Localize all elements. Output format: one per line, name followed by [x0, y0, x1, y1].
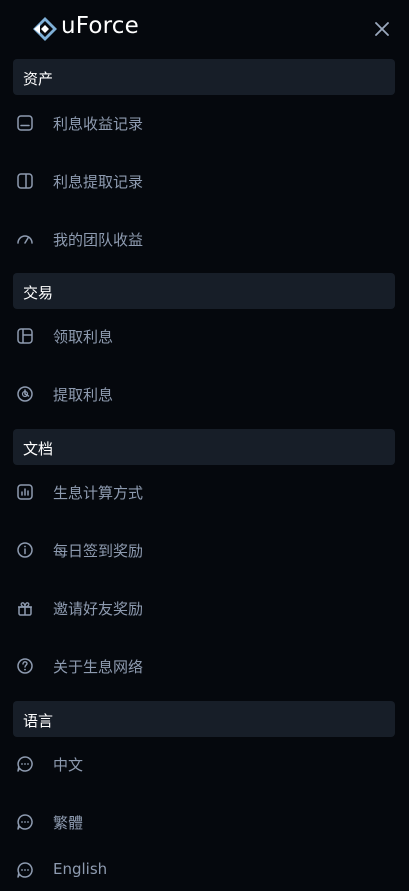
chat-icon — [17, 814, 33, 830]
section-title: 交易 — [23, 284, 54, 302]
menu-item-interest-withdraw-records[interactable]: 利息提取记录 — [13, 161, 395, 201]
pie-icon — [17, 386, 33, 402]
info-icon — [17, 542, 33, 558]
section-title: 资产 — [23, 70, 54, 88]
menu-item-interest-calculation[interactable]: 生息计算方式 — [13, 472, 395, 512]
bar-chart-icon — [17, 484, 33, 500]
menu-item-daily-checkin-reward[interactable]: 每日签到奖励 — [13, 530, 395, 570]
menu-item-lang-simplified-chinese[interactable]: 中文 — [13, 744, 395, 784]
side-menu-panel: uForce 资产 利息收益记录 利息提取记录 我的团队收益 交易 领取利息 提… — [0, 0, 409, 891]
menu-item-label: 提取利息 — [53, 386, 114, 404]
menu-item-label: 生息计算方式 — [53, 484, 144, 502]
chat-icon — [17, 756, 33, 772]
close-icon[interactable] — [372, 19, 392, 39]
menu-item-label: 繁體 — [53, 814, 84, 832]
menu-item-label: 我的团队收益 — [53, 231, 144, 249]
menu-item-about-network[interactable]: 关于生息网络 — [13, 646, 395, 686]
menu-item-label: 利息提取记录 — [53, 173, 144, 191]
section-header-assets: 资产 — [13, 59, 395, 95]
section-title: 语言 — [23, 712, 54, 730]
menu-item-label: 中文 — [53, 756, 84, 774]
menu-item-label: 关于生息网络 — [53, 658, 144, 676]
menu-item-interest-income-records[interactable]: 利息收益记录 — [13, 103, 395, 143]
menu-item-claim-interest[interactable]: 领取利息 — [13, 316, 395, 356]
menu-header: uForce — [0, 0, 409, 58]
chat-icon — [17, 862, 33, 878]
diamond-logo-icon — [33, 17, 57, 41]
menu-item-lang-english[interactable]: English — [13, 850, 395, 890]
section-header-trade: 交易 — [13, 273, 395, 309]
menu-item-label: 邀请好友奖励 — [53, 600, 144, 618]
panel-icon — [17, 173, 33, 189]
section-title: 文档 — [23, 440, 54, 458]
menu-item-withdraw-interest[interactable]: 提取利息 — [13, 374, 395, 414]
section-header-language: 语言 — [13, 701, 395, 737]
menu-item-label: English — [53, 860, 108, 878]
section-header-docs: 文档 — [13, 429, 395, 465]
menu-item-label: 每日签到奖励 — [53, 542, 144, 560]
menu-item-label: 领取利息 — [53, 328, 114, 346]
menu-item-invite-friends-reward[interactable]: 邀请好友奖励 — [13, 588, 395, 628]
menu-item-label: 利息收益记录 — [53, 115, 144, 133]
gauge-icon — [17, 235, 33, 244]
question-icon — [17, 658, 33, 674]
menu-item-team-income[interactable]: 我的团队收益 — [13, 219, 395, 259]
layout-icon — [17, 328, 33, 344]
menu-item-lang-traditional-chinese[interactable]: 繁體 — [13, 802, 395, 842]
brand-name: uForce — [61, 13, 140, 39]
gift-icon — [18, 602, 32, 616]
wallet-icon — [17, 115, 33, 131]
